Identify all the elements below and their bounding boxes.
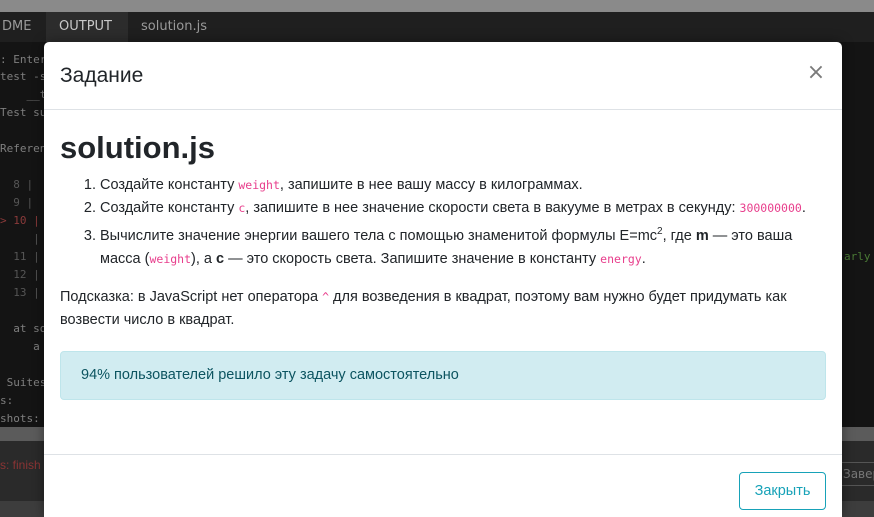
step-text: Создайте константу	[100, 200, 239, 216]
bold-text: m	[695, 227, 709, 244]
terminal-line: Test su	[0, 106, 47, 119]
step-text: Создайте константу	[100, 177, 239, 193]
terminal-line: at so	[0, 322, 47, 335]
terminal-line: : Enter	[0, 53, 47, 66]
step-text: , запишите в нее вашу массу в килограмма…	[279, 177, 583, 193]
close-icon[interactable]: ×	[806, 60, 826, 86]
step-item: Создайте константу weight, запишите в не…	[100, 174, 826, 197]
modal-footer: Закрыть	[44, 454, 842, 517]
task-steps: Создайте константу weight, запишите в не…	[60, 174, 826, 271]
terminal-line: 9 |	[0, 196, 34, 209]
step-item: Создайте константу c, запишите в нее зна…	[100, 197, 826, 220]
modal-header: Задание ×	[44, 42, 842, 110]
step-text: , запишите в нее значение скорости света…	[245, 200, 740, 216]
task-modal: Задание × solution.js Создайте константу…	[44, 42, 842, 517]
terminal-line: 8 |	[0, 178, 34, 191]
modal-body: solution.js Создайте константу weight, з…	[44, 111, 842, 400]
terminal-line: Suites	[0, 376, 47, 389]
modal-title: Задание	[60, 64, 144, 87]
step-text: .	[641, 250, 646, 267]
step-text: Вычислите значение энергии вашего тела с…	[100, 227, 658, 244]
step-text: , где	[662, 227, 696, 244]
terminal-line: test -s	[0, 70, 47, 83]
step-item: Вычислите значение энергии вашего тела с…	[100, 220, 826, 271]
terminal-line: |	[0, 232, 40, 245]
step-text: — это скорость света. Запишите значение …	[224, 250, 601, 267]
close-button[interactable]: Закрыть	[739, 472, 826, 510]
success-rate-alert: 94% пользователей решило эту задачу само…	[60, 350, 826, 400]
step-text: .	[801, 200, 806, 216]
hint-part: Подсказка: в JavaScript нет оператора	[60, 288, 323, 305]
terminal-line: s:	[0, 394, 14, 407]
inline-code: weight	[149, 251, 192, 266]
terminal-line: shots:	[0, 412, 40, 425]
status-text: s: finish	[0, 458, 41, 472]
hint-text: Подсказка: в JavaScript нет оператора ^ …	[60, 286, 830, 332]
tab-solution-js[interactable]: solution.js	[141, 12, 231, 42]
terminal-line: Referen	[0, 142, 47, 155]
task-heading: solution.js	[60, 130, 215, 165]
terminal-line: arly	[844, 250, 871, 263]
tab-readme[interactable]: DME	[0, 12, 46, 42]
terminal-line: 12 |	[0, 268, 40, 281]
inline-code: weight	[238, 178, 280, 192]
bold-text: c	[216, 250, 225, 267]
inline-code: energy	[600, 251, 642, 266]
inline-code: 300000000	[739, 201, 802, 215]
terminal-line: 13 |	[0, 286, 40, 299]
step-text: ), а	[191, 250, 216, 267]
inline-code: ^	[322, 289, 330, 304]
ide-tab-bar: DME OUTPUT solution.js	[0, 12, 874, 42]
terminal-line: a	[0, 340, 40, 353]
terminal-line: > 10 |	[0, 214, 40, 227]
browser-strip	[0, 0, 874, 12]
terminal-line: 11 |	[0, 250, 40, 263]
tab-output[interactable]: OUTPUT	[46, 12, 128, 42]
